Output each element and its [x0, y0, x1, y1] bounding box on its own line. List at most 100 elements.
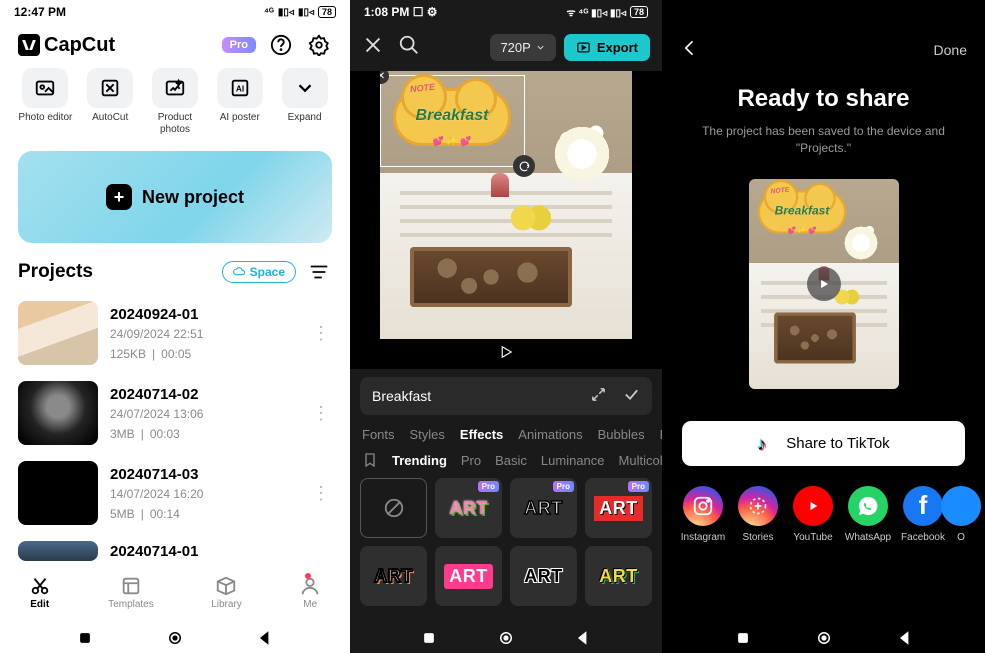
tab-me[interactable]: Me [299, 575, 321, 610]
tab-animations[interactable]: Animations [518, 427, 582, 442]
project-item[interactable]: 20240924-01 24/09/2024 22:51 125KB|00:05… [18, 293, 332, 373]
effect-item[interactable]: ProART [585, 478, 652, 538]
sub-multicolor[interactable]: Multicol [619, 453, 662, 468]
effect-item[interactable]: ART [435, 546, 502, 606]
status-icons: ⁴ᴳ▮▯◃▮▯◃ 78 [264, 6, 336, 18]
tab-bubbles[interactable]: Bubbles [598, 427, 645, 442]
notification-dot [305, 573, 311, 579]
tool-expand[interactable]: Expand [277, 68, 332, 135]
editor-canvas[interactable]: ✕ NOTE Breakfast 💕 ✨ 💕 [350, 71, 662, 369]
resolution-button[interactable]: 720P [490, 34, 555, 61]
capcut-icon [18, 34, 40, 56]
tab-styles[interactable]: Styles [410, 427, 445, 442]
sub-luminance[interactable]: Luminance [541, 453, 605, 468]
effect-item[interactable]: ProART [510, 478, 577, 538]
effects-categories: Trending Pro Basic Luminance Multicol [350, 452, 662, 478]
close-icon[interactable] [362, 34, 384, 61]
nav-recent-icon[interactable] [734, 629, 752, 647]
android-nav-bar [662, 623, 985, 653]
nav-home-icon[interactable] [815, 629, 833, 647]
plus-icon: + [106, 184, 132, 210]
project-thumbnail [18, 461, 98, 525]
sub-trending[interactable]: Trending [392, 453, 447, 468]
project-thumbnail [18, 301, 98, 365]
app-logo: CapCut [18, 34, 115, 57]
effect-item[interactable]: ProART [435, 478, 502, 538]
sticker-rotate-icon[interactable] [513, 155, 535, 177]
projects-heading: Projects [18, 261, 93, 283]
project-menu-icon[interactable]: ⋮ [310, 403, 332, 424]
share-title: Ready to share [682, 85, 965, 113]
status-time: 12:47 PM [14, 5, 66, 19]
text-input[interactable]: Breakfast [360, 377, 652, 415]
play-icon[interactable] [497, 343, 515, 366]
project-item[interactable]: 20240714-02 24/07/2024 13:06 3MB|00:03 ⋮ [18, 373, 332, 453]
nav-back-icon[interactable] [574, 629, 592, 647]
sub-basic[interactable]: Basic [495, 453, 527, 468]
done-button[interactable]: Done [934, 42, 967, 58]
project-item[interactable]: 20240714-03 14/07/2024 16:20 5MB|00:14 ⋮ [18, 453, 332, 533]
tab-fonts[interactable]: Fonts [362, 427, 395, 442]
play-overlay-icon[interactable] [807, 267, 841, 301]
nav-home-icon[interactable] [497, 629, 515, 647]
project-thumbnail [18, 541, 98, 561]
tool-product-photos[interactable]: Product photos [148, 68, 203, 135]
status-icons: ᯤ ⁴ᴳ ▮▯◃ ▮▯◃78 [567, 5, 649, 19]
project-menu-icon[interactable]: ⋮ [310, 483, 332, 504]
space-button[interactable]: Space [222, 261, 296, 283]
bottom-tab-bar: Edit Templates Library Me [0, 561, 350, 623]
search-icon[interactable] [398, 34, 420, 61]
tool-photo-editor[interactable]: Photo editor [18, 68, 73, 135]
export-button[interactable]: Export [564, 34, 650, 61]
tool-autocut[interactable]: AutoCut [83, 68, 138, 135]
nav-recent-icon[interactable] [420, 629, 438, 647]
effect-item[interactable]: ART [585, 546, 652, 606]
pro-badge[interactable]: Pro [222, 37, 256, 53]
projects-list: 20240924-01 24/09/2024 22:51 125KB|00:05… [0, 293, 350, 561]
project-menu-icon[interactable]: ⋮ [310, 323, 332, 344]
nav-home-icon[interactable] [166, 629, 184, 647]
share-targets: Instagram Stories YouTube WhatsApp f Fac… [662, 466, 985, 543]
share-subtitle: The project has been saved to the device… [682, 123, 965, 157]
share-instagram[interactable]: Instagram [676, 486, 730, 543]
tools-row: Photo editor AutoCut Product photos AI A… [0, 64, 350, 145]
effect-item[interactable]: ART [360, 546, 427, 606]
android-nav-bar [350, 623, 662, 653]
tool-ai-poster[interactable]: AI AI poster [212, 68, 267, 135]
tab-templates[interactable]: Templates [108, 575, 154, 610]
text-input-value: Breakfast [372, 388, 431, 404]
bookmark-icon[interactable] [362, 452, 378, 468]
breakfast-sticker[interactable]: NOTE Breakfast 💕 ✨ 💕 [392, 81, 512, 151]
android-nav-bar [0, 623, 350, 653]
tiktok-icon [757, 434, 776, 453]
tab-effects[interactable]: Effects [460, 427, 503, 442]
sort-icon[interactable] [306, 259, 332, 285]
back-icon[interactable] [680, 38, 700, 61]
confirm-icon[interactable] [623, 386, 640, 406]
share-youtube[interactable]: YouTube [786, 486, 840, 543]
nav-back-icon[interactable] [256, 629, 274, 647]
sub-pro[interactable]: Pro [461, 453, 481, 468]
settings-icon[interactable] [306, 32, 332, 58]
project-thumbnail [18, 381, 98, 445]
project-item[interactable]: 20240714-01 [18, 533, 332, 561]
expand-icon[interactable] [590, 386, 607, 406]
share-stories[interactable]: Stories [731, 486, 785, 543]
share-more[interactable]: O [951, 486, 971, 543]
nav-recent-icon[interactable] [76, 629, 94, 647]
tab-library[interactable]: Library [211, 575, 242, 610]
new-project-button[interactable]: + New project [18, 151, 332, 243]
video-preview[interactable]: NOTE Breakfast 💕 ✨ 💕 [749, 179, 899, 389]
share-tiktok-button[interactable]: Share to TikTok [682, 421, 965, 466]
effects-grid: ProART ProART ProART ART ART ART ART [350, 478, 662, 606]
help-icon[interactable] [268, 32, 294, 58]
share-whatsapp[interactable]: WhatsApp [841, 486, 895, 543]
effect-none[interactable] [360, 478, 427, 538]
app-name: CapCut [44, 34, 115, 57]
effect-item[interactable]: ART [510, 546, 577, 606]
sticker-close-icon[interactable]: ✕ [380, 71, 389, 84]
tab-edit[interactable]: Edit [29, 575, 51, 610]
status-bar: 1:08 PM ☐ ⚙ ᯤ ⁴ᴳ ▮▯◃ ▮▯◃78 [350, 0, 662, 24]
nav-back-icon[interactable] [896, 629, 914, 647]
status-bar: 12:47 PM ⁴ᴳ▮▯◃▮▯◃ 78 [0, 0, 350, 24]
